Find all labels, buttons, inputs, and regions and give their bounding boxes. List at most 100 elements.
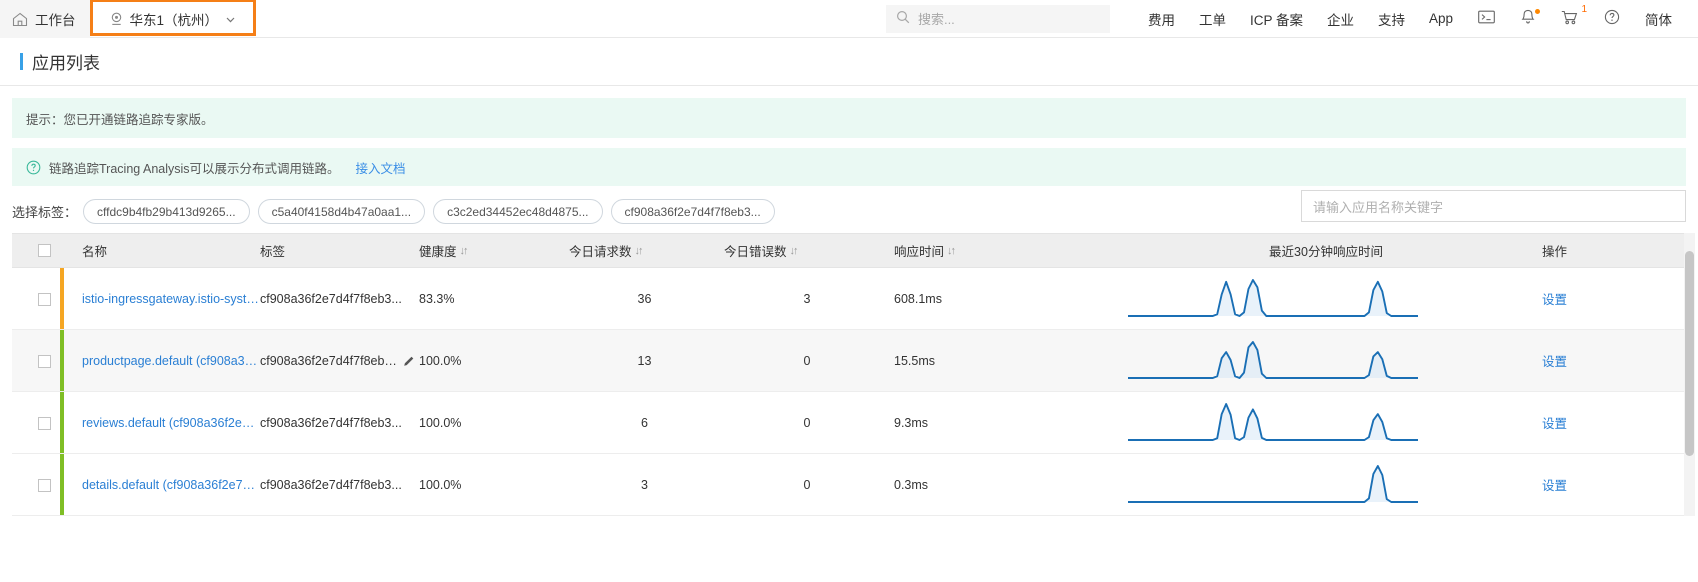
app-name-search-placeholder: 请输入应用名称关键字 (1313, 199, 1444, 215)
chevron-down-icon (225, 13, 236, 24)
table-row[interactable]: reviews.default (cf908a36f2e7d4... cf908… (12, 391, 1686, 454)
row-checkbox[interactable] (38, 354, 51, 368)
cell-today-errors: 3 (720, 267, 890, 330)
tag-pill[interactable]: c3c2ed34452ec48d4875... (433, 199, 603, 224)
cell-app-name: productpage.default (cf908a36f2... (60, 329, 260, 392)
sort-icon[interactable]: ↓↑ (460, 245, 469, 257)
th-label: 今日请求数 (569, 245, 632, 259)
settings-link[interactable]: 设置 (1542, 293, 1567, 307)
settings-link[interactable]: 设置 (1542, 355, 1567, 369)
nav-item-icp[interactable]: ICP 备案 (1238, 0, 1315, 38)
cell-sparkline (1128, 329, 1524, 392)
alert-doc-link[interactable]: 接入文档 (356, 158, 406, 177)
row-status-bar (60, 454, 64, 515)
nav-items: 费用 工单 ICP 备案 企业 支持 App 1 简体 (1136, 0, 1698, 37)
sparkline-chart-2 (1128, 398, 1524, 447)
cell-app-name: details.default (cf908a36f2e7d4f... (60, 453, 260, 516)
th-name: 名称 (60, 233, 260, 268)
cell-sparkline (1128, 267, 1524, 330)
page-title-accent-bar (20, 53, 23, 70)
nav-item-support[interactable]: 支持 (1366, 0, 1417, 38)
th-recent-response-chart: 最近30分钟响应时间 (1128, 233, 1524, 268)
cell-response-time: 9.3ms (890, 391, 1128, 454)
nav-label: 企业 (1326, 12, 1354, 28)
row-checkbox[interactable] (38, 292, 51, 306)
nav-item-fees[interactable]: 费用 (1136, 0, 1187, 38)
scrollbar-thumb[interactable] (1685, 251, 1694, 456)
table-header: 名称 标签 健康度 ↓↑ 今日请求数 ↓↑ 今日错误数 ↓↑ 响应时间 ↓↑ 最… (12, 233, 1686, 268)
notification-badge-dot (1535, 8, 1540, 14)
app-name-link[interactable]: istio-ingressgateway.istio-system... (82, 292, 260, 306)
page-header: 应用列表 (0, 38, 1698, 86)
nav-item-cart[interactable]: 1 (1548, 0, 1591, 38)
bell-icon (1521, 9, 1535, 28)
app-name-link[interactable]: reviews.default (cf908a36f2e7d4... (82, 416, 260, 430)
cell-checkbox (12, 391, 60, 454)
th-health[interactable]: 健康度 ↓↑ (415, 233, 565, 268)
cell-today-errors: 0 (720, 391, 890, 454)
nav-item-help[interactable] (1591, 0, 1633, 38)
cell-response-time: 608.1ms (890, 267, 1128, 330)
th-response-time[interactable]: 响应时间 ↓↑ (890, 233, 1128, 268)
cell-tag: cf908a36f2e7d4f7f8eb3... (260, 329, 415, 392)
app-name-link[interactable]: details.default (cf908a36f2e7d4f... (82, 478, 260, 492)
select-all-checkbox[interactable] (38, 244, 51, 257)
tag-pill[interactable]: c5a40f4158d4b47a0aa1... (257, 199, 426, 224)
nav-item-app[interactable]: App (1417, 0, 1465, 38)
nav-item-language[interactable]: 简体 (1633, 0, 1684, 38)
edit-pencil-icon[interactable] (403, 355, 415, 367)
workbench-home-button[interactable]: 工作台 (0, 0, 90, 38)
th-operations: 操作 (1524, 233, 1686, 268)
settings-link[interactable]: 设置 (1542, 479, 1567, 493)
cell-today-errors: 0 (720, 329, 890, 392)
th-today-requests[interactable]: 今日请求数 ↓↑ (565, 233, 720, 268)
nav-label: 费用 (1147, 12, 1175, 28)
tag-pill[interactable]: cf908a36f2e7d4f7f8eb3... (610, 199, 775, 224)
cell-sparkline (1128, 453, 1524, 516)
global-search-input[interactable]: 搜索... (885, 4, 1110, 33)
sparkline-chart-1 (1128, 336, 1524, 385)
table-body: istio-ingressgateway.istio-system... cf9… (12, 267, 1686, 516)
cell-response-time: 15.5ms (890, 329, 1128, 392)
tag-value: cf908a36f2e7d4f7f8eb3... (260, 353, 397, 368)
question-circle-icon (26, 160, 41, 175)
nav-label: 支持 (1377, 12, 1405, 28)
cell-today-requests: 36 (565, 267, 720, 330)
row-checkbox[interactable] (38, 478, 51, 492)
vertical-scrollbar[interactable] (1684, 233, 1695, 516)
cell-today-errors: 0 (720, 453, 890, 516)
sort-icon[interactable]: ↓↑ (947, 245, 956, 257)
th-today-errors[interactable]: 今日错误数 ↓↑ (720, 233, 890, 268)
table-row[interactable]: details.default (cf908a36f2e7d4f... cf90… (12, 453, 1686, 516)
app-name-search-input[interactable]: 请输入应用名称关键字 (1301, 190, 1686, 222)
nav-item-notifications[interactable] (1508, 0, 1548, 38)
app-name-link[interactable]: productpage.default (cf908a36f2... (82, 354, 260, 368)
nav-item-terminal[interactable] (1465, 0, 1508, 38)
sort-icon[interactable]: ↓↑ (635, 245, 644, 257)
th-label: 标签 (260, 245, 286, 259)
nav-item-tickets[interactable]: 工单 (1187, 0, 1238, 38)
application-table-wrapper: 名称 标签 健康度 ↓↑ 今日请求数 ↓↑ 今日错误数 ↓↑ 响应时间 ↓↑ 最… (0, 233, 1698, 516)
row-status-bar (60, 330, 64, 391)
cell-checkbox (12, 267, 60, 330)
alert-text: 链路追踪Tracing Analysis可以展示分布式调用链路。 (49, 161, 340, 176)
th-label: 名称 (82, 245, 108, 259)
table-row[interactable]: istio-ingressgateway.istio-system... cf9… (12, 267, 1686, 330)
row-status-bar (60, 268, 64, 329)
nav-item-enterprise[interactable]: 企业 (1315, 0, 1366, 38)
region-selector-wrapper: 华东1（杭州） (89, 0, 256, 37)
sparkline-chart-3 (1128, 460, 1524, 509)
region-selector[interactable]: 华东1（杭州） (98, 1, 251, 37)
sort-icon[interactable]: ↓↑ (790, 245, 799, 257)
cell-health: 100.0% (415, 329, 565, 392)
cell-checkbox (12, 453, 60, 516)
alert-banner-tracing-info: 链路追踪Tracing Analysis可以展示分布式调用链路。 接入文档 (12, 148, 1686, 186)
tag-value: cf908a36f2e7d4f7f8eb3... (260, 477, 402, 492)
th-select-all (12, 233, 60, 268)
row-checkbox[interactable] (38, 416, 51, 430)
cell-operations: 设置 (1524, 391, 1686, 454)
table-row[interactable]: productpage.default (cf908a36f2... cf908… (12, 329, 1686, 392)
tag-pill[interactable]: cffdc9b4fb29b413d9265... (83, 199, 250, 224)
settings-link[interactable]: 设置 (1542, 417, 1567, 431)
